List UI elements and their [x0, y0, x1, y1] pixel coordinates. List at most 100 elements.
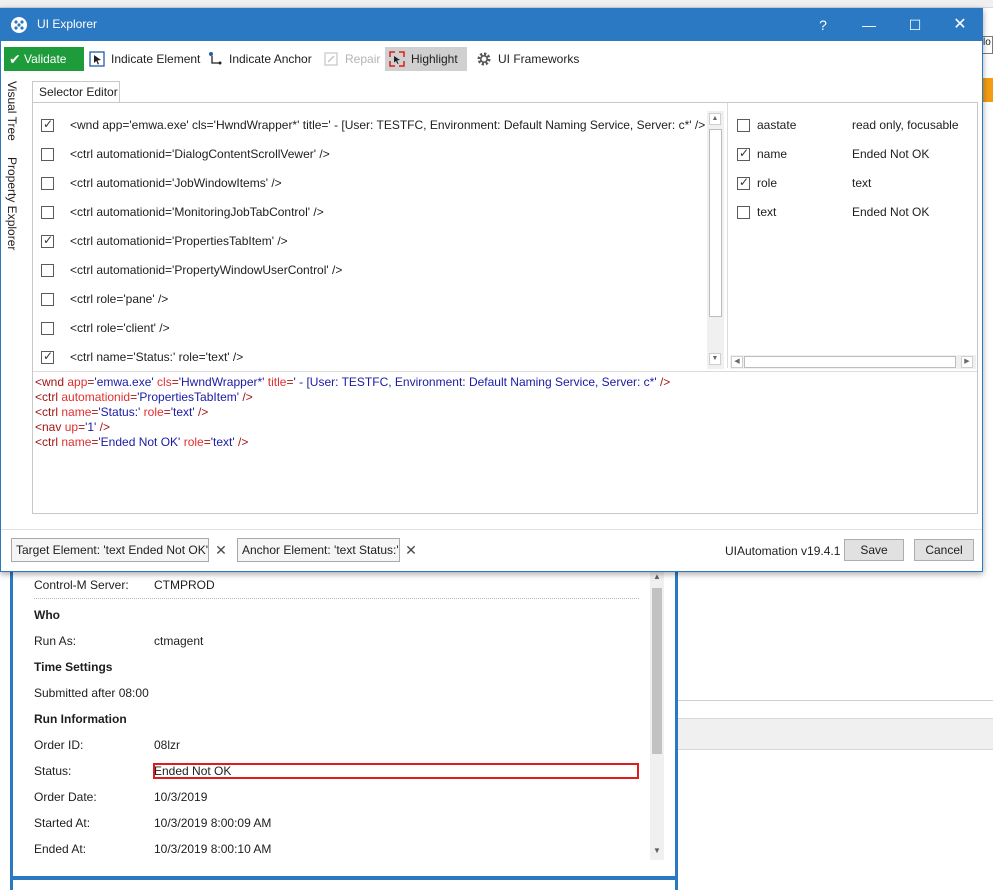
selector-node-text: <ctrl automationid='PropertiesTabItem' /… [70, 234, 288, 248]
checkmark-icon: ✓ [43, 349, 54, 363]
checkmark-icon: ✔ [9, 51, 21, 67]
node-checkbox[interactable] [41, 148, 54, 161]
help-button[interactable]: ? [800, 9, 846, 41]
attribute-row-text[interactable]: text Ended Not OK [728, 198, 978, 227]
repair-label: Repair [345, 52, 381, 66]
attribute-checkbox[interactable] [737, 119, 750, 132]
xml-token: up [64, 420, 79, 434]
property-row-order-id: Order ID: 08lzr [28, 735, 648, 755]
attribute-row-name[interactable]: ✓ name Ended Not OK [728, 140, 978, 169]
attribute-name: name [757, 147, 788, 161]
indicate-element-label: Indicate Element [111, 52, 201, 66]
selector-node-row[interactable]: <ctrl automationid='JobWindowItems' /> [33, 169, 707, 198]
attributes-hscrollbar[interactable]: ◀ ▶ [730, 355, 976, 369]
xml-token: role [143, 405, 164, 419]
selector-node-row[interactable]: <ctrl automationid='DialogContentScrollV… [33, 140, 707, 169]
properties-scrollbar[interactable]: ▲ ▼ [650, 570, 664, 860]
validate-button[interactable]: ✔ Validate [4, 47, 84, 71]
section-header-who: Who [34, 608, 60, 622]
xml-token: /> [194, 405, 209, 419]
property-value: 10/3/2019 [154, 790, 208, 804]
tab-visual-tree[interactable]: Visual Tree [5, 81, 19, 141]
indicate-anchor-label: Indicate Anchor [229, 52, 312, 66]
title-bar[interactable]: UI Explorer ? — ☐ ✕ [1, 9, 982, 41]
close-button[interactable]: ✕ [937, 9, 983, 41]
minimize-button[interactable]: — [846, 9, 892, 41]
selector-node-row[interactable]: <ctrl role='client' /> [33, 314, 707, 343]
attribute-value: text [852, 176, 872, 190]
attribute-row-aastate[interactable]: aastate read only, focusable [728, 111, 978, 140]
xml-token: /> [96, 420, 111, 434]
xml-token: name [61, 405, 92, 419]
property-row-run-as: Run As: ctmagent [28, 631, 648, 651]
tab-selector-editor[interactable]: Selector Editor [32, 81, 120, 103]
scroll-right-icon[interactable]: ▶ [961, 356, 973, 368]
node-checkbox[interactable] [41, 177, 54, 190]
repair-button[interactable]: Repair [319, 47, 380, 71]
maximize-button[interactable]: ☐ [892, 9, 938, 41]
highlight-button[interactable]: Highlight [385, 47, 467, 71]
property-label: Status: [34, 764, 72, 778]
remove-target-icon[interactable]: ✕ [212, 538, 230, 562]
node-list-scrollbar[interactable]: ▲ ▼ [707, 111, 724, 369]
node-checkbox[interactable] [41, 293, 54, 306]
indicate-element-button[interactable]: Indicate Element [85, 47, 200, 71]
selector-node-row[interactable]: ✓ <ctrl name='Status:' role='text' /> [33, 343, 707, 372]
selector-node-text: <ctrl automationid='DialogContentScrollV… [70, 147, 330, 161]
scroll-up-icon[interactable]: ▲ [709, 113, 721, 125]
xml-token: <nav [35, 420, 65, 434]
scroll-thumb[interactable] [652, 588, 662, 754]
selector-node-row[interactable]: <ctrl role='pane' /> [33, 285, 707, 314]
selector-node-list: ✓ <wnd app='emwa.exe' cls='HwndWrapper*' … [33, 103, 707, 368]
selector-xml-editor[interactable]: <wnd app='emwa.exe' cls='HwndWrapper*' t… [33, 371, 977, 513]
attribute-checkbox[interactable] [737, 206, 750, 219]
background-edit-box[interactable]: lo [982, 36, 993, 54]
selector-node-row[interactable]: ✓ <wnd app='emwa.exe' cls='HwndWrapper*' … [33, 111, 707, 140]
cancel-button[interactable]: Cancel [914, 539, 974, 561]
selector-editor-panel: ✓ <wnd app='emwa.exe' cls='HwndWrapper*' … [32, 102, 978, 514]
validate-label: Validate [24, 52, 67, 66]
xml-line: <wnd app='emwa.exe' cls='HwndWrapper*' t… [35, 375, 977, 390]
property-label: Started At: [34, 816, 91, 830]
window-bottom-border [13, 876, 675, 880]
node-checkbox[interactable] [41, 264, 54, 277]
indicate-anchor-button[interactable]: Indicate Anchor [203, 47, 312, 71]
scroll-left-icon[interactable]: ◀ [731, 356, 743, 368]
selector-node-row[interactable]: ✓ <ctrl automationid='PropertiesTabItem' … [33, 227, 707, 256]
scroll-down-icon[interactable]: ▼ [650, 844, 664, 858]
property-label: Order Date: [34, 790, 97, 804]
anchor-element-chip: Anchor Element: 'text Status:' [237, 538, 400, 562]
section-header-time-settings: Time Settings [34, 660, 113, 674]
remove-anchor-icon[interactable]: ✕ [402, 538, 420, 562]
attribute-row-role[interactable]: ✓ role text [728, 169, 978, 198]
property-label: Ended At: [34, 842, 87, 856]
selector-node-text: <ctrl automationid='JobWindowItems' /> [70, 176, 282, 190]
node-checkbox[interactable]: ✓ [41, 117, 54, 132]
node-checkbox[interactable] [41, 206, 54, 219]
attribute-checkbox[interactable]: ✓ [737, 175, 750, 190]
scroll-down-icon[interactable]: ▼ [709, 353, 721, 365]
scroll-up-icon[interactable]: ▲ [650, 570, 664, 584]
property-value: ctmagent [154, 634, 204, 648]
section-header-run-information: Run Information [34, 712, 127, 726]
target-element-chip: Target Element: 'text Ended Not OK' [11, 538, 209, 562]
scroll-thumb[interactable] [709, 129, 722, 317]
property-label: Submitted after 08:00 [34, 686, 149, 700]
node-checkbox[interactable]: ✓ [41, 349, 54, 364]
window-title: UI Explorer [37, 17, 98, 31]
save-button[interactable]: Save [844, 539, 904, 561]
selector-node-row[interactable]: <ctrl automationid='MonitoringJobTabCont… [33, 198, 707, 227]
node-checkbox[interactable] [41, 322, 54, 335]
property-row-order-date: Order Date: 10/3/2019 [28, 787, 648, 807]
selector-node-text: <ctrl name='Status:' role='text' /> [70, 350, 244, 364]
attribute-value: Ended Not OK [852, 147, 930, 161]
background-orange-button[interactable] [982, 78, 993, 102]
scroll-thumb[interactable] [744, 356, 956, 368]
selector-node-row[interactable]: <ctrl automationid='PropertyWindowUserCo… [33, 256, 707, 285]
ui-explorer-app-icon [11, 17, 27, 33]
attribute-value: Ended Not OK [852, 205, 930, 219]
attribute-checkbox[interactable]: ✓ [737, 146, 750, 161]
node-checkbox[interactable]: ✓ [41, 233, 54, 248]
tab-property-explorer[interactable]: Property Explorer [5, 157, 19, 250]
ui-frameworks-button[interactable]: UI Frameworks [472, 47, 579, 71]
